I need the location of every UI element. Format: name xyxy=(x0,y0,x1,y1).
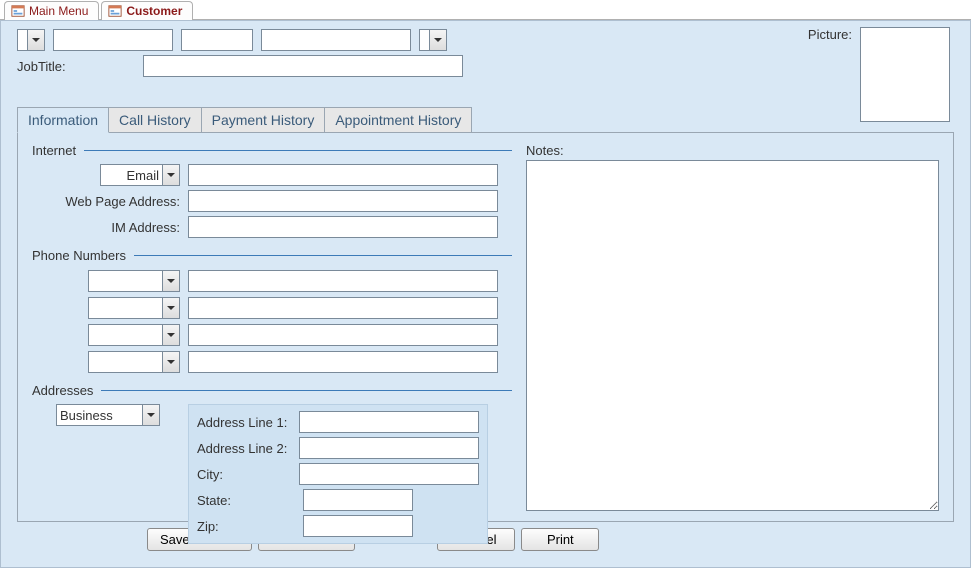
notes-label: Notes: xyxy=(526,143,939,158)
addr-line1-input[interactable] xyxy=(299,411,479,433)
customer-form: JobTitle: Picture: Information Call Hist… xyxy=(0,20,971,568)
phone1-type-combo[interactable] xyxy=(88,270,180,292)
tab-appointment-history[interactable]: Appointment History xyxy=(324,107,472,133)
address-panel: Address Line 1: Address Line 2: City: St… xyxy=(188,404,488,544)
chevron-down-icon xyxy=(142,405,159,425)
im-input[interactable] xyxy=(188,216,498,238)
addr-state-label: State: xyxy=(197,493,297,508)
addresses-legend: Addresses xyxy=(32,383,93,398)
webpage-label: Web Page Address: xyxy=(65,194,180,209)
form-icon xyxy=(11,4,25,18)
information-panel: Internet Email Web Page Address: IM Addr… xyxy=(17,132,954,522)
addr-zip-input[interactable] xyxy=(303,515,413,537)
last-name-input[interactable] xyxy=(261,29,411,51)
tab-information[interactable]: Information xyxy=(17,107,109,133)
notes-input[interactable] xyxy=(526,160,939,511)
picture-label: Picture: xyxy=(808,27,852,42)
email-type-combo[interactable]: Email xyxy=(100,164,180,186)
chevron-down-icon xyxy=(162,271,179,291)
jobtitle-label: JobTitle: xyxy=(17,59,137,74)
chevron-down-icon xyxy=(162,352,179,372)
internet-group: Internet Email Web Page Address: IM Addr… xyxy=(32,143,512,238)
phone3-type-combo[interactable] xyxy=(88,324,180,346)
phone2-input[interactable] xyxy=(188,297,498,319)
im-label: IM Address: xyxy=(111,220,180,235)
jobtitle-input[interactable] xyxy=(143,55,463,77)
suffix-combo[interactable] xyxy=(419,29,447,51)
phone1-input[interactable] xyxy=(188,270,498,292)
addr-state-input[interactable] xyxy=(303,489,413,511)
addr-line1-label: Address Line 1: xyxy=(197,415,293,430)
title-prefix-combo[interactable] xyxy=(17,29,45,51)
print-button[interactable]: Print xyxy=(521,528,599,551)
phone4-type-combo[interactable] xyxy=(88,351,180,373)
phone-legend: Phone Numbers xyxy=(32,248,126,263)
document-tabs: Main Menu Customer xyxy=(0,0,971,20)
addr-city-label: City: xyxy=(197,467,293,482)
chevron-down-icon xyxy=(429,30,446,50)
phone2-type-combo[interactable] xyxy=(88,297,180,319)
phone3-input[interactable] xyxy=(188,324,498,346)
email-input[interactable] xyxy=(188,164,498,186)
tab-main-menu[interactable]: Main Menu xyxy=(4,1,99,20)
internet-legend: Internet xyxy=(32,143,76,158)
phone4-input[interactable] xyxy=(188,351,498,373)
tab-main-menu-label: Main Menu xyxy=(29,4,88,18)
phone-group: Phone Numbers xyxy=(32,248,512,373)
form-icon xyxy=(108,4,122,18)
addr-zip-label: Zip: xyxy=(197,519,297,534)
chevron-down-icon xyxy=(162,165,179,185)
tab-customer[interactable]: Customer xyxy=(101,1,193,20)
first-name-input[interactable] xyxy=(53,29,173,51)
tab-call-history[interactable]: Call History xyxy=(108,107,202,133)
detail-tabstrip: Information Call History Payment History… xyxy=(17,107,954,133)
chevron-down-icon xyxy=(162,325,179,345)
addr-line2-label: Address Line 2: xyxy=(197,441,293,456)
webpage-input[interactable] xyxy=(188,190,498,212)
chevron-down-icon xyxy=(162,298,179,318)
chevron-down-icon xyxy=(27,30,44,50)
addr-line2-input[interactable] xyxy=(299,437,479,459)
addr-city-input[interactable] xyxy=(299,463,479,485)
middle-name-input[interactable] xyxy=(181,29,253,51)
tab-customer-label: Customer xyxy=(126,4,182,18)
tab-payment-history[interactable]: Payment History xyxy=(201,107,326,133)
address-type-combo[interactable]: Business xyxy=(56,404,160,426)
addresses-group: Addresses Business Address Line 1: Addre… xyxy=(32,383,512,544)
